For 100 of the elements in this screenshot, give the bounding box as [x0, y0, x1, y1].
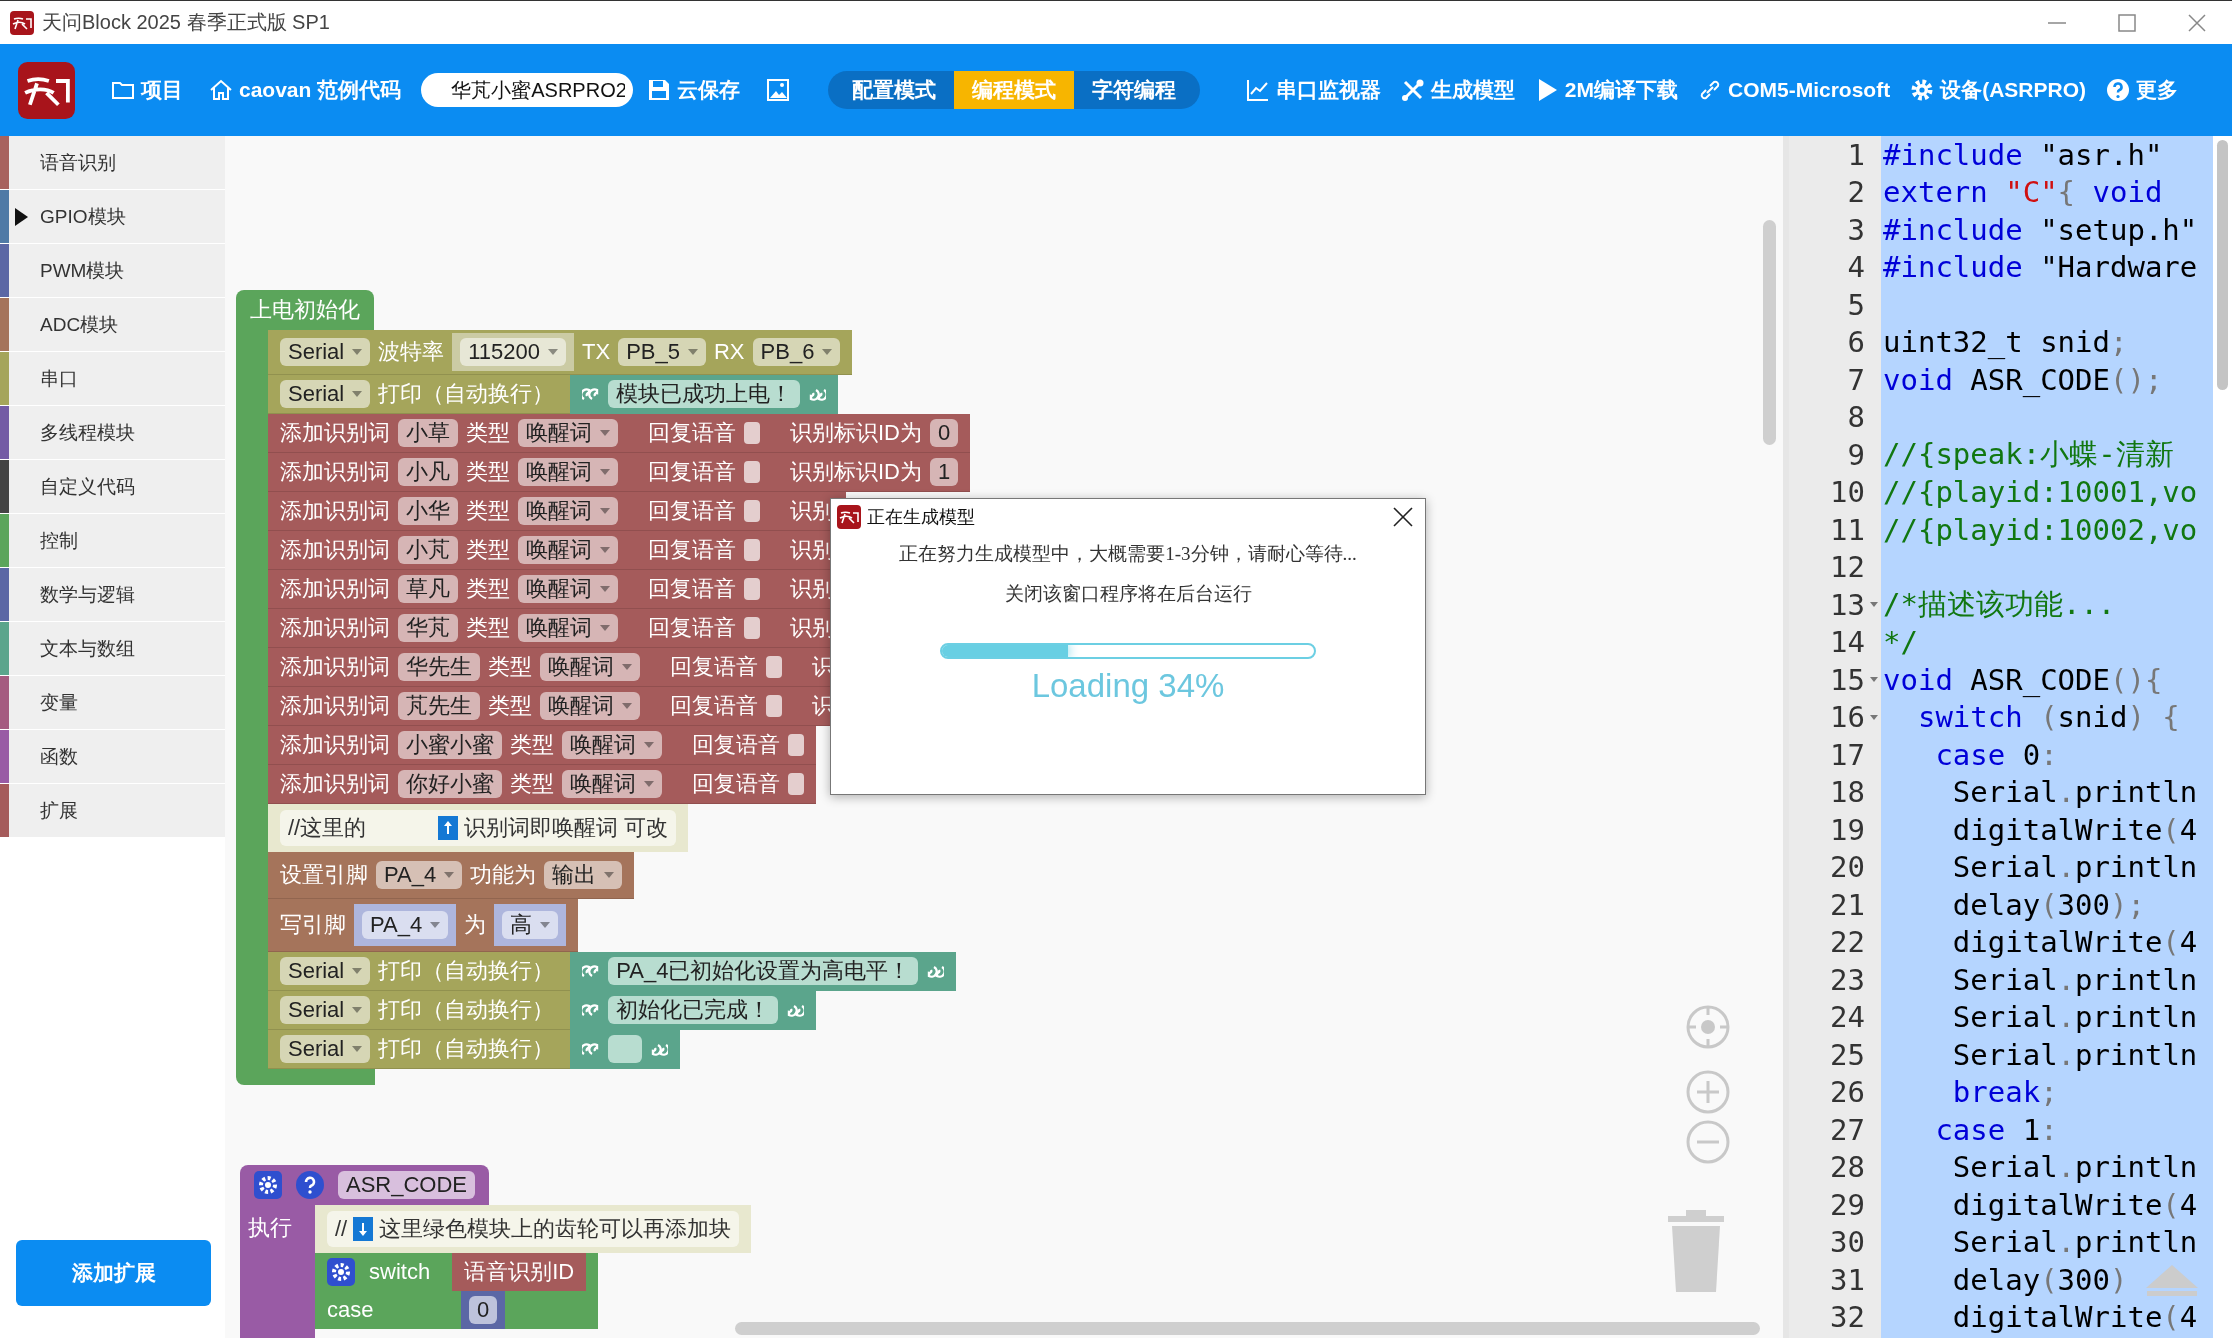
serial-print-block[interactable]: Serial 打印（自动换行） PA_4已初始化设置为高电平！ — [268, 952, 957, 991]
dropdown-field[interactable]: 唤醒词 — [540, 653, 640, 681]
checkbox[interactable] — [744, 539, 760, 561]
dropdown-field[interactable]: 唤醒词 — [518, 536, 618, 564]
comment-block[interactable]: // 这里绿色模块上的齿轮可以再添加块 — [315, 1205, 752, 1253]
category-item[interactable]: 文本与数组 — [0, 622, 225, 676]
text-block[interactable] — [570, 1029, 681, 1069]
project-name-field[interactable]: 华芃小蜜ASRPRO2 — [421, 73, 634, 107]
dropdown-field[interactable]: 唤醒词 — [518, 458, 618, 486]
dropdown-field[interactable]: 输出 — [544, 861, 623, 889]
serial-setup-block[interactable]: Serial 波特率 115200 TX PB_5 RX PB_6 — [268, 330, 853, 375]
text-field[interactable]: 你好小蜜 — [398, 770, 502, 798]
recenter-button[interactable] — [1686, 1005, 1730, 1049]
category-item[interactable]: ADC模块 — [0, 298, 225, 352]
text-field[interactable]: 小华 — [398, 497, 458, 525]
add-word-block[interactable]: 添加识别词 小蜜小蜜 类型 唤醒词 回复语音 — [268, 726, 816, 765]
dropdown-field[interactable]: 唤醒词 — [518, 614, 618, 642]
scrollbar[interactable] — [1763, 220, 1776, 445]
checkbox[interactable] — [744, 461, 760, 483]
number-block[interactable]: 0 — [461, 1291, 506, 1329]
dropdown-field[interactable]: 唤醒词 — [518, 575, 618, 603]
text-field[interactable]: 0 — [469, 1296, 498, 1324]
scrollbar[interactable] — [735, 1322, 1760, 1335]
text-field[interactable] — [608, 1035, 643, 1063]
dropdown-field[interactable]: 高 — [502, 911, 559, 939]
dropdown-field[interactable]: 唤醒词 — [518, 497, 618, 525]
text-field[interactable]: ASR_CODE — [338, 1171, 476, 1199]
pin-block[interactable]: PA_4 — [354, 904, 457, 946]
text-field[interactable]: PA_4已初始化设置为高电平！ — [608, 957, 919, 985]
category-item[interactable]: GPIO模块 — [0, 190, 225, 244]
level-block[interactable]: 高 — [494, 904, 567, 946]
dropdown-field[interactable]: 唤醒词 — [540, 692, 640, 720]
text-block[interactable]: PA_4已初始化设置为高电平！ — [570, 951, 957, 991]
text-field[interactable]: 1 — [930, 458, 959, 486]
zoom-in-button[interactable] — [1686, 1070, 1730, 1114]
dropdown-field[interactable]: 唤醒词 — [518, 419, 618, 447]
comment-block[interactable]: //这里的 识别词即唤醒词 可改 — [268, 804, 689, 852]
mode-tab[interactable]: 配置模式 — [834, 71, 955, 109]
dropdown-field[interactable]: Serial — [280, 338, 371, 366]
checkbox[interactable] — [766, 695, 782, 717]
help-icon[interactable] — [296, 1171, 324, 1199]
comment-field[interactable]: //这里的 识别词即唤醒词 可改 — [280, 810, 677, 846]
dropdown-field[interactable]: PA_4 — [362, 911, 449, 939]
add-word-block[interactable]: 添加识别词 你好小蜜 类型 唤醒词 回复语音 — [268, 765, 816, 804]
text-field[interactable]: 草凡 — [398, 575, 458, 603]
write-pin-block[interactable]: 写引脚 PA_4 为 高 — [268, 899, 579, 952]
text-field[interactable]: 模块已成功上电！ — [608, 380, 801, 408]
text-field[interactable]: 小蜜小蜜 — [398, 731, 502, 759]
gear-icon[interactable] — [254, 1171, 282, 1199]
category-item[interactable]: 扩展 — [0, 784, 225, 838]
serial-print-block[interactable]: Serial 打印（自动换行） 模块已成功上电！ — [268, 375, 839, 414]
text-field[interactable]: 0 — [930, 419, 959, 447]
dropdown-field[interactable]: PA_4 — [376, 861, 463, 889]
function-block-header[interactable]: ASR_CODE — [240, 1165, 490, 1205]
text-field[interactable]: 芃先生 — [398, 692, 480, 720]
dropdown-field[interactable]: Serial — [280, 380, 371, 408]
category-item[interactable]: PWM模块 — [0, 244, 225, 298]
dropdown-field[interactable]: Serial — [280, 996, 371, 1024]
scrollbar[interactable] — [2217, 140, 2228, 390]
mode-tab[interactable]: 字符编程 — [1074, 71, 1195, 109]
recognition-id-block[interactable]: 语音识别ID — [452, 1253, 587, 1291]
dropdown-field[interactable]: PB_6 — [752, 338, 841, 366]
dropdown-field[interactable]: 唤醒词 — [562, 731, 662, 759]
serial-print-block[interactable]: Serial 打印（自动换行） — [268, 1030, 681, 1069]
category-item[interactable]: 数学与逻辑 — [0, 568, 225, 622]
dropdown-field[interactable]: Serial — [280, 1035, 371, 1063]
checkbox[interactable] — [744, 422, 760, 444]
baud-rate-block[interactable]: 115200 — [452, 333, 575, 371]
text-field[interactable]: 小凡 — [398, 458, 458, 486]
category-item[interactable]: 自定义代码 — [0, 460, 225, 514]
pin-mode-block[interactable]: 设置引脚 PA_4 功能为 输出 — [268, 852, 635, 899]
checkbox[interactable] — [788, 734, 804, 756]
switch-block[interactable]: switch 语音识别ID case 0 — [315, 1253, 599, 1329]
serial-print-block[interactable]: Serial 打印（自动换行） 初始化已完成！ — [268, 991, 817, 1030]
category-item[interactable]: 语音识别 — [0, 136, 225, 190]
category-item[interactable]: 控制 — [0, 514, 225, 568]
category-item[interactable]: 变量 — [0, 676, 225, 730]
text-field[interactable]: 小芃 — [398, 536, 458, 564]
zoom-out-button[interactable] — [1686, 1120, 1730, 1164]
dropdown-field[interactable]: 115200 — [460, 338, 567, 366]
checkbox[interactable] — [744, 578, 760, 600]
text-block[interactable]: 初始化已完成！ — [570, 990, 817, 1030]
category-item[interactable]: 多线程模块 — [0, 406, 225, 460]
checkbox[interactable] — [744, 500, 760, 522]
dropdown-field[interactable]: Serial — [280, 957, 371, 985]
checkbox[interactable] — [766, 656, 782, 678]
checkbox[interactable] — [788, 773, 804, 795]
add-word-block[interactable]: 添加识别词 小凡 类型 唤醒词 回复语音 识别标识ID为 1 — [268, 453, 971, 492]
category-item[interactable]: 串口 — [0, 352, 225, 406]
category-item[interactable]: 函数 — [0, 730, 225, 784]
text-block[interactable]: 模块已成功上电！ — [570, 374, 839, 414]
text-field[interactable]: 华芃 — [398, 614, 458, 642]
dropdown-field[interactable]: PB_5 — [618, 338, 706, 366]
text-field[interactable]: 华先生 — [398, 653, 480, 681]
add-word-block[interactable]: 添加识别词 小草 类型 唤醒词 回复语音 识别标识ID为 0 — [268, 414, 971, 453]
comment-field[interactable]: // 这里绿色模块上的齿轮可以再添加块 — [327, 1211, 740, 1247]
gear-icon[interactable] — [327, 1258, 355, 1286]
dropdown-field[interactable]: 唤醒词 — [562, 770, 662, 798]
text-field[interactable]: 初始化已完成！ — [608, 996, 779, 1024]
text-field[interactable]: 小草 — [398, 419, 458, 447]
